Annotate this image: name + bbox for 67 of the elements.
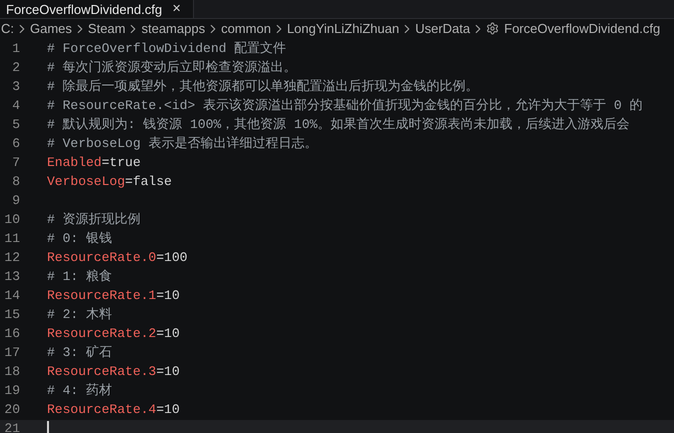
code-comment: # 1: 粮食 [47, 268, 112, 286]
line-number: 10 [3, 211, 20, 230]
code-comment: # 4: 药材 [47, 382, 112, 400]
editor-tab[interactable]: ForceOverflowDividend.cfg ✕ [0, 0, 194, 18]
code-comment: # 3: 矿石 [47, 344, 112, 362]
config-value: 10 [164, 325, 180, 344]
line-number: 2 [11, 59, 20, 78]
breadcrumb-item[interactable]: ForceOverflowDividend.cfg [504, 19, 660, 38]
equals-sign: = [156, 401, 164, 420]
config-key: ResourceRate.4 [47, 400, 156, 420]
config-value: false [132, 173, 172, 192]
breadcrumb-item[interactable]: steamapps [141, 19, 206, 38]
breadcrumb-item[interactable]: Steam [88, 19, 126, 38]
config-key: Enabled [47, 153, 102, 173]
breadcrumb-item[interactable]: UserData [415, 19, 470, 38]
gear-icon [486, 22, 500, 36]
equals-sign: = [156, 325, 164, 344]
config-key: ResourceRate.1 [47, 286, 156, 306]
config-key: ResourceRate.2 [47, 324, 156, 344]
config-value: true [109, 154, 141, 172]
equals-sign: = [156, 363, 164, 382]
code-comment: # 除最后一项威望外，其他资源都可以单独配置溢出后折现为金钱的比例。 [47, 78, 479, 96]
config-key: ResourceRate.3 [47, 362, 156, 382]
line-number: 9 [11, 192, 20, 210]
line-number: 16 [3, 325, 20, 344]
code-comment: # 默认规则为: 钱资源 100%，其他资源 10%。如果首次生成时资源表尚未加载，后续进入游戏后会 [47, 116, 630, 134]
code-comment: # ForceOverflowDividend 配置文件 [47, 40, 286, 58]
config-value: 10 [164, 363, 180, 382]
line-number: 17 [3, 344, 20, 362]
code-comment: # 资源折现比例 [47, 211, 141, 230]
config-key: ResourceRate.0 [47, 248, 156, 268]
code-comment: # ResourceRate.<id> 表示该资源溢出部分按基础价值折现为金钱的百分比，允许为大于等于 0 的 [47, 97, 642, 116]
line-number: 21 [3, 420, 20, 433]
line-number: 20 [3, 401, 20, 420]
breadcrumb-item[interactable]: common [221, 19, 271, 38]
equals-sign: = [156, 287, 164, 306]
line-number: 18 [3, 363, 20, 382]
line-number: 14 [3, 287, 20, 306]
config-value: 100 [164, 249, 188, 268]
equals-sign: = [156, 249, 164, 268]
line-number: 7 [11, 154, 20, 172]
config-value: 10 [164, 401, 180, 420]
config-value: 10 [164, 287, 180, 306]
close-button[interactable]: ✕ [168, 2, 186, 16]
line-number: 1 [11, 40, 20, 58]
config-key: VerboseLog [47, 172, 126, 192]
line-number: 12 [3, 249, 20, 268]
code-comment: # VerboseLog 表示是否输出详细过程日志。 [47, 135, 318, 154]
breadcrumb-item[interactable]: Games [30, 19, 72, 38]
line-number: 5 [11, 116, 20, 134]
breadcrumb-item[interactable]: LongYinLiZhiZhuan [286, 19, 400, 38]
code-comment: # 0: 银钱 [47, 230, 112, 248]
code-comment: # 2: 木料 [47, 306, 112, 324]
code-comment: # 每次门派资源变动后立即检查资源溢出。 [47, 59, 297, 78]
equals-sign: = [102, 154, 110, 172]
tab-title: ForceOverflowDividend.cfg [6, 2, 162, 16]
equals-sign: = [125, 173, 133, 192]
line-number: 8 [11, 173, 20, 192]
line-number: 3 [11, 78, 20, 96]
text-cursor [47, 420, 49, 433]
line-number: 15 [3, 306, 20, 324]
line-number: 6 [11, 135, 20, 154]
line-number: 19 [3, 382, 20, 400]
line-number: 4 [11, 97, 20, 116]
line-number: 13 [3, 268, 20, 286]
line-number: 11 [3, 230, 20, 248]
breadcrumb-item[interactable]: C: [1, 19, 14, 38]
